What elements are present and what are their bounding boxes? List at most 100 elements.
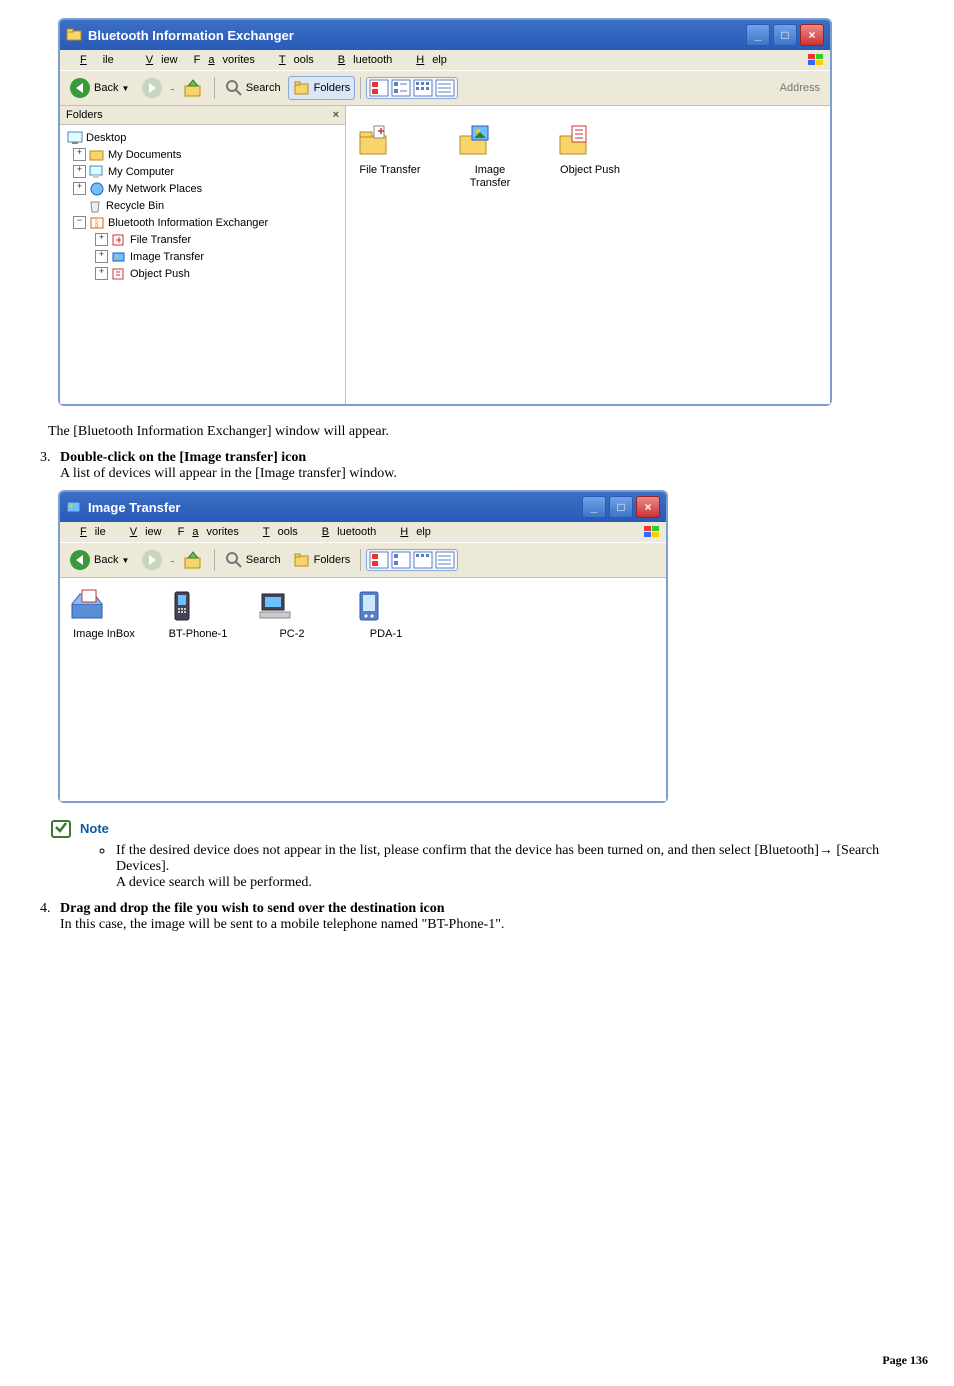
view-tiles-button[interactable] [391,79,411,97]
forward-icon [141,549,163,571]
search-button[interactable]: Search [220,76,286,100]
menu-file[interactable]: File [64,524,114,540]
forward-button[interactable] [136,546,168,574]
tree-object-push[interactable]: +Object Push [62,265,343,282]
item-label: PDA-1 [350,628,422,641]
view-thumbnails-button[interactable] [369,79,389,97]
window-image-transfer: Image Transfer _ □ × File View Favorites… [58,490,668,803]
expander-icon[interactable]: − [73,216,86,229]
tree-my-documents[interactable]: +My Documents [62,146,343,163]
tree-bt-exchanger[interactable]: −ᛒBluetooth Information Exchanger [62,214,343,231]
windows-flag-icon [806,52,826,68]
folders-button[interactable]: Folders [288,76,356,100]
note-item: If the desired device does not appear in… [114,843,932,891]
menu-file[interactable]: File [64,52,130,68]
toolbar: Back ▼ - Search Folders [60,542,666,578]
expander-icon[interactable]: + [73,148,86,161]
close-button[interactable]: × [800,24,824,46]
tree-desktop[interactable]: Desktop [62,129,343,146]
minimize-button[interactable]: _ [582,496,606,518]
step-body: A list of devices will appear in the [Im… [60,466,397,481]
tree-my-network[interactable]: +My Network Places [62,180,343,197]
menu-favorites[interactable]: Favorites [186,52,263,68]
caption-text: The [Bluetooth Information Exchanger] wi… [48,424,932,440]
menubar: File View Favorites Tools Bluetooth Help [60,522,666,542]
close-folders-pane-button[interactable]: × [333,109,339,121]
note-label: Note [80,821,109,836]
item-label: Image InBox [68,628,140,641]
item-label: File Transfer [354,164,426,177]
item-image-inbox[interactable]: Image InBox [68,588,140,641]
up-folder-icon [182,77,204,99]
back-button[interactable]: Back ▼ [64,74,134,102]
file-transfer-icon [111,233,127,247]
menu-help[interactable]: Help [384,524,439,540]
maximize-button[interactable]: □ [773,24,797,46]
step-title: Drag and drop the file you wish to send … [60,901,445,916]
menu-tools[interactable]: Tools [247,524,306,540]
tree-image-transfer[interactable]: +Image Transfer [62,248,343,265]
image-transfer-icon [111,250,127,264]
expander-icon[interactable]: + [73,182,86,195]
folders-button[interactable]: Folders [288,548,356,572]
view-icons-button[interactable] [413,79,433,97]
view-icons-button[interactable] [413,551,433,569]
step-title: Double-click on the [Image transfer] ico… [60,450,306,465]
bluetooth-icon: ᛒ [89,216,105,230]
dropdown-arrow-icon: ▼ [121,84,129,93]
back-label: Back [94,82,118,94]
windows-flag-icon [642,524,662,540]
view-thumbnails-button[interactable] [369,551,389,569]
item-pda-1[interactable]: PDA-1 [350,588,422,641]
forward-button[interactable] [136,74,168,102]
tree-my-computer[interactable]: +My Computer [62,163,343,180]
computer-icon [89,165,105,179]
menu-favorites[interactable]: Favorites [170,524,247,540]
tree-recycle-bin[interactable]: Recycle Bin [62,197,343,214]
folder-tree: Desktop +My Documents +My Computer +My N… [60,125,345,294]
phone-icon [162,588,202,624]
menu-bluetooth[interactable]: Bluetooth [322,52,401,68]
expander-icon[interactable]: + [95,233,108,246]
menu-tools[interactable]: Tools [263,52,322,68]
menu-view[interactable]: View [130,52,186,68]
maximize-button[interactable]: □ [609,496,633,518]
step-4: Drag and drop the file you wish to send … [54,901,932,933]
close-button[interactable]: × [636,496,660,518]
up-button[interactable] [177,74,209,102]
item-object-push[interactable]: Object Push [554,122,626,177]
menu-view[interactable]: View [114,524,170,540]
titlebar[interactable]: Image Transfer _ □ × [60,492,666,522]
folders-pane: Folders × Desktop +My Documents +My Comp… [60,106,346,404]
item-bt-phone-1[interactable]: BT-Phone-1 [162,588,234,641]
folders-label: Folders [314,554,351,566]
titlebar[interactable]: Bluetooth Information Exchanger _ □ × [60,20,830,50]
expander-icon[interactable]: + [95,267,108,280]
menu-help[interactable]: Help [400,52,455,68]
views-group [366,549,458,571]
item-image-transfer[interactable]: Image Transfer [454,122,526,189]
view-tiles-button[interactable] [391,551,411,569]
search-label: Search [246,554,281,566]
back-icon [69,77,91,99]
view-list-button[interactable] [435,79,455,97]
menu-bluetooth[interactable]: Bluetooth [306,524,385,540]
step-3: Double-click on the [Image transfer] ico… [54,450,932,482]
folders-label: Folders [314,82,351,94]
search-icon [225,551,243,569]
expander-icon[interactable]: + [95,250,108,263]
up-button[interactable] [177,546,209,574]
search-label: Search [246,82,281,94]
item-pc-2[interactable]: PC-2 [256,588,328,641]
note-heading: Note [48,817,932,841]
view-list-button[interactable] [435,551,455,569]
folders-icon [293,551,311,569]
back-button[interactable]: Back ▼ [64,546,134,574]
tree-file-transfer[interactable]: +File Transfer [62,231,343,248]
expander-icon[interactable]: + [73,165,86,178]
minimize-button[interactable]: _ [746,24,770,46]
search-button[interactable]: Search [220,548,286,572]
address-label[interactable]: Address [774,82,826,94]
item-file-transfer[interactable]: File Transfer [354,122,426,177]
window-bluetooth-exchanger: Bluetooth Information Exchanger _ □ × Fi… [58,18,832,406]
